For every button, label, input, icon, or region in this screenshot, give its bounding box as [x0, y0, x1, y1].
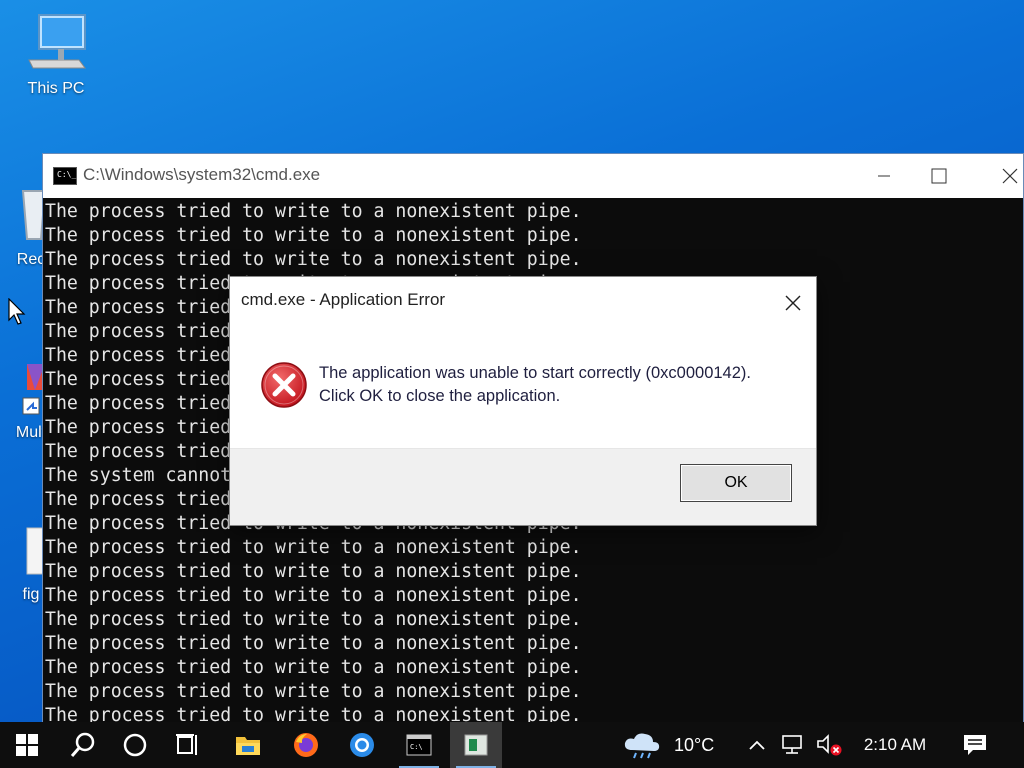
cmd-icon: C:\_ — [53, 167, 77, 185]
desktop-icon-label: This PC — [27, 80, 85, 97]
notification-icon — [964, 735, 986, 755]
close-button[interactable] — [978, 154, 1024, 198]
cortana-icon — [123, 733, 147, 757]
app-taskbar-button[interactable] — [450, 722, 502, 768]
console-line: The process tried to write to a nonexist… — [45, 585, 582, 606]
svg-text:C:\: C:\ — [410, 743, 423, 751]
network-button[interactable] — [776, 722, 810, 768]
clock-time: 2:10 AM — [863, 735, 927, 754]
cmd-icon: C:\ — [406, 734, 432, 756]
this-pc-icon — [28, 14, 86, 69]
cmd-titlebar[interactable]: C:\_ C:\Windows\system32\cmd.exe — [43, 154, 1023, 198]
console-line: The process tried to write to a nonexist… — [45, 609, 582, 630]
console-line: The process tried to write to a nonexist… — [45, 537, 582, 558]
chevron-up-icon — [749, 740, 765, 750]
console-line: The process tried to write to a nonexist… — [45, 561, 582, 582]
cmd-window-title: C:\Windows\system32\cmd.exe — [83, 165, 321, 184]
minimize-button[interactable] — [848, 154, 918, 198]
dialog-footer: OK — [230, 448, 816, 525]
dialog-message-line: Click OK to close the application. — [319, 387, 561, 405]
dialog-close-button[interactable] — [772, 285, 812, 321]
cmd-taskbar-button[interactable]: C:\ — [393, 722, 445, 768]
console-line: The process tried to write to a nonexist… — [45, 681, 582, 702]
firefox-button[interactable] — [280, 722, 332, 768]
network-icon — [782, 735, 802, 754]
console-line: The process tried to write to a nonexist… — [45, 633, 582, 654]
folder-icon — [236, 737, 260, 755]
cloud-rain-icon — [624, 733, 660, 759]
temperature-text: 10°C — [674, 734, 715, 755]
application-error-dialog[interactable]: cmd.exe - Application Error The applicat… — [229, 276, 817, 526]
weather-widget[interactable]: 10°C — [622, 722, 732, 768]
taskbar: C:\ 10°C 2:10 AM — [0, 722, 1024, 768]
show-hidden-icons-button[interactable] — [742, 722, 772, 768]
search-button[interactable] — [58, 722, 108, 768]
task-view-icon — [176, 734, 197, 755]
firefox-icon — [294, 733, 318, 757]
app-window-icon — [464, 734, 488, 756]
windows-logo-icon — [16, 734, 38, 756]
chrome-icon — [350, 733, 374, 757]
search-icon — [70, 732, 95, 757]
console-line: The process tried to write to a nonexist… — [45, 657, 582, 678]
action-center-button[interactable] — [952, 722, 998, 768]
dialog-message-line: The application was unable to start corr… — [319, 364, 751, 382]
error-icon — [261, 362, 307, 408]
clock[interactable]: 2:10 AM — [852, 722, 938, 768]
dialog-message: The application was unable to start corr… — [319, 362, 751, 408]
console-line: The process tried to write to a nonexist… — [45, 249, 582, 270]
chrome-button[interactable] — [336, 722, 388, 768]
ok-button[interactable]: OK — [680, 464, 792, 502]
mouse-cursor-icon — [8, 298, 26, 325]
console-line: The process tried to write to a nonexist… — [45, 201, 582, 222]
start-button[interactable] — [0, 722, 54, 768]
close-icon — [785, 295, 801, 311]
file-explorer-button[interactable] — [222, 722, 274, 768]
task-view-button[interactable] — [162, 722, 212, 768]
dialog-title: cmd.exe - Application Error — [241, 290, 446, 309]
close-icon — [1002, 168, 1018, 184]
minimize-icon — [878, 175, 890, 177]
volume-button[interactable] — [812, 722, 846, 768]
volume-muted-icon — [817, 734, 842, 756]
desktop-icon-this-pc[interactable]: This PC — [11, 12, 101, 98]
cortana-button[interactable] — [110, 722, 160, 768]
console-line: The process tried to write to a nonexist… — [45, 225, 582, 246]
